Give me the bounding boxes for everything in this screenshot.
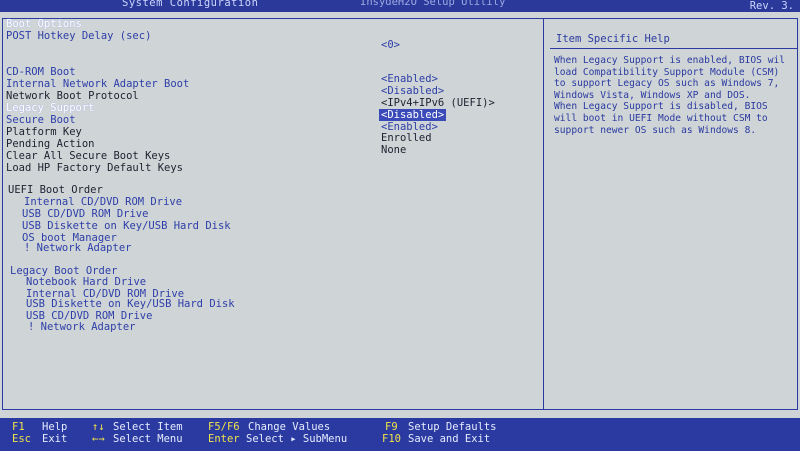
uefi-boot-order-title: UEFI Boot Order <box>8 184 103 196</box>
setting-clear-all-secure-boot-keys[interactable]: Clear All Secure Boot Keys <box>6 150 170 163</box>
uefi-item-usb-cd-dvd[interactable]: USB CD/DVD ROM Drive <box>22 208 148 221</box>
help-separator <box>550 48 798 49</box>
panel-divider <box>543 18 544 410</box>
title-bar: System Configuration InsydeH2O Setup Uti… <box>0 0 800 12</box>
utility-name: InsydeH2O Setup Utility <box>360 0 506 8</box>
setting-load-hp-factory-default-keys[interactable]: Load HP Factory Default Keys <box>6 162 183 175</box>
setting-internal-network-adapter-boot[interactable]: Internal Network Adapter Boot <box>6 78 189 91</box>
key-f10-label: Save and Exit <box>408 433 491 445</box>
key-left-right-label: Select Menu <box>113 433 183 445</box>
value-internal-network-adapter-boot[interactable]: <Disabled> <box>381 85 444 98</box>
key-f9: F9 <box>385 421 398 433</box>
legacy-item-usb-diskette[interactable]: USB Diskette on Key/USB Hard Disk <box>26 298 235 311</box>
help-text: When Legacy Support is enabled, BIOS wil… <box>554 55 786 136</box>
key-help-bar: F1 Help Esc Exit ↑↓ Select Item ←→ Selec… <box>0 418 800 451</box>
uefi-item-network-adapter[interactable]: ! Network Adapter <box>24 242 131 255</box>
key-f1-label: Help <box>42 421 68 433</box>
key-enter-label: Select ▸ SubMenu <box>246 433 348 445</box>
key-up-down-label: Select Item <box>113 421 183 433</box>
revision-label: Rev. 3. <box>749 0 794 12</box>
key-f1: F1 <box>12 421 25 433</box>
uefi-item-internal-cd-dvd[interactable]: Internal CD/DVD ROM Drive <box>24 196 182 209</box>
key-f5-f6-label: Change Values <box>248 421 331 433</box>
value-platform-key: Enrolled <box>381 132 432 144</box>
key-f5-f6: F5/F6 <box>208 421 240 433</box>
value-cd-rom-boot[interactable]: <Enabled> <box>381 73 438 86</box>
setting-legacy-support[interactable]: Legacy Support <box>6 102 95 115</box>
key-enter: Enter <box>208 433 240 445</box>
value-network-boot-protocol[interactable]: <IPv4+IPv6 (UEFI)> <box>381 97 495 110</box>
key-up-down-arrows: ↑↓ <box>92 421 105 433</box>
value-legacy-support-wrap[interactable]: <Disabled> <box>379 109 447 122</box>
key-left-right-arrows: ←→ <box>92 433 105 445</box>
section-title-boot-options: Boot Options <box>6 18 82 30</box>
setting-network-boot-protocol[interactable]: Network Boot Protocol <box>6 90 139 103</box>
key-f9-label: Setup Defaults <box>408 421 497 433</box>
key-esc-label: Exit <box>42 433 68 445</box>
setting-platform-key[interactable]: Platform Key <box>6 126 82 139</box>
value-pending-action: None <box>381 144 407 156</box>
tab-system-configuration[interactable]: System Configuration <box>116 0 265 9</box>
legacy-item-notebook-hard-drive[interactable]: Notebook Hard Drive <box>26 276 146 289</box>
setting-pending-action[interactable]: Pending Action <box>6 138 95 151</box>
key-f10: F10 <box>382 433 401 445</box>
value-post-hotkey-delay[interactable]: <0> <box>381 39 400 52</box>
setting-cd-rom-boot[interactable]: CD-ROM Boot <box>6 66 76 79</box>
setting-post-hotkey-delay[interactable]: POST Hotkey Delay (sec) <box>6 30 151 43</box>
legacy-item-network-adapter[interactable]: ! Network Adapter <box>28 321 135 334</box>
help-title: Item Specific Help <box>556 33 670 45</box>
setting-secure-boot[interactable]: Secure Boot <box>6 114 76 127</box>
value-legacy-support[interactable]: <Disabled> <box>379 109 447 121</box>
uefi-item-usb-diskette[interactable]: USB Diskette on Key/USB Hard Disk <box>22 220 231 233</box>
key-esc: Esc <box>12 433 31 445</box>
